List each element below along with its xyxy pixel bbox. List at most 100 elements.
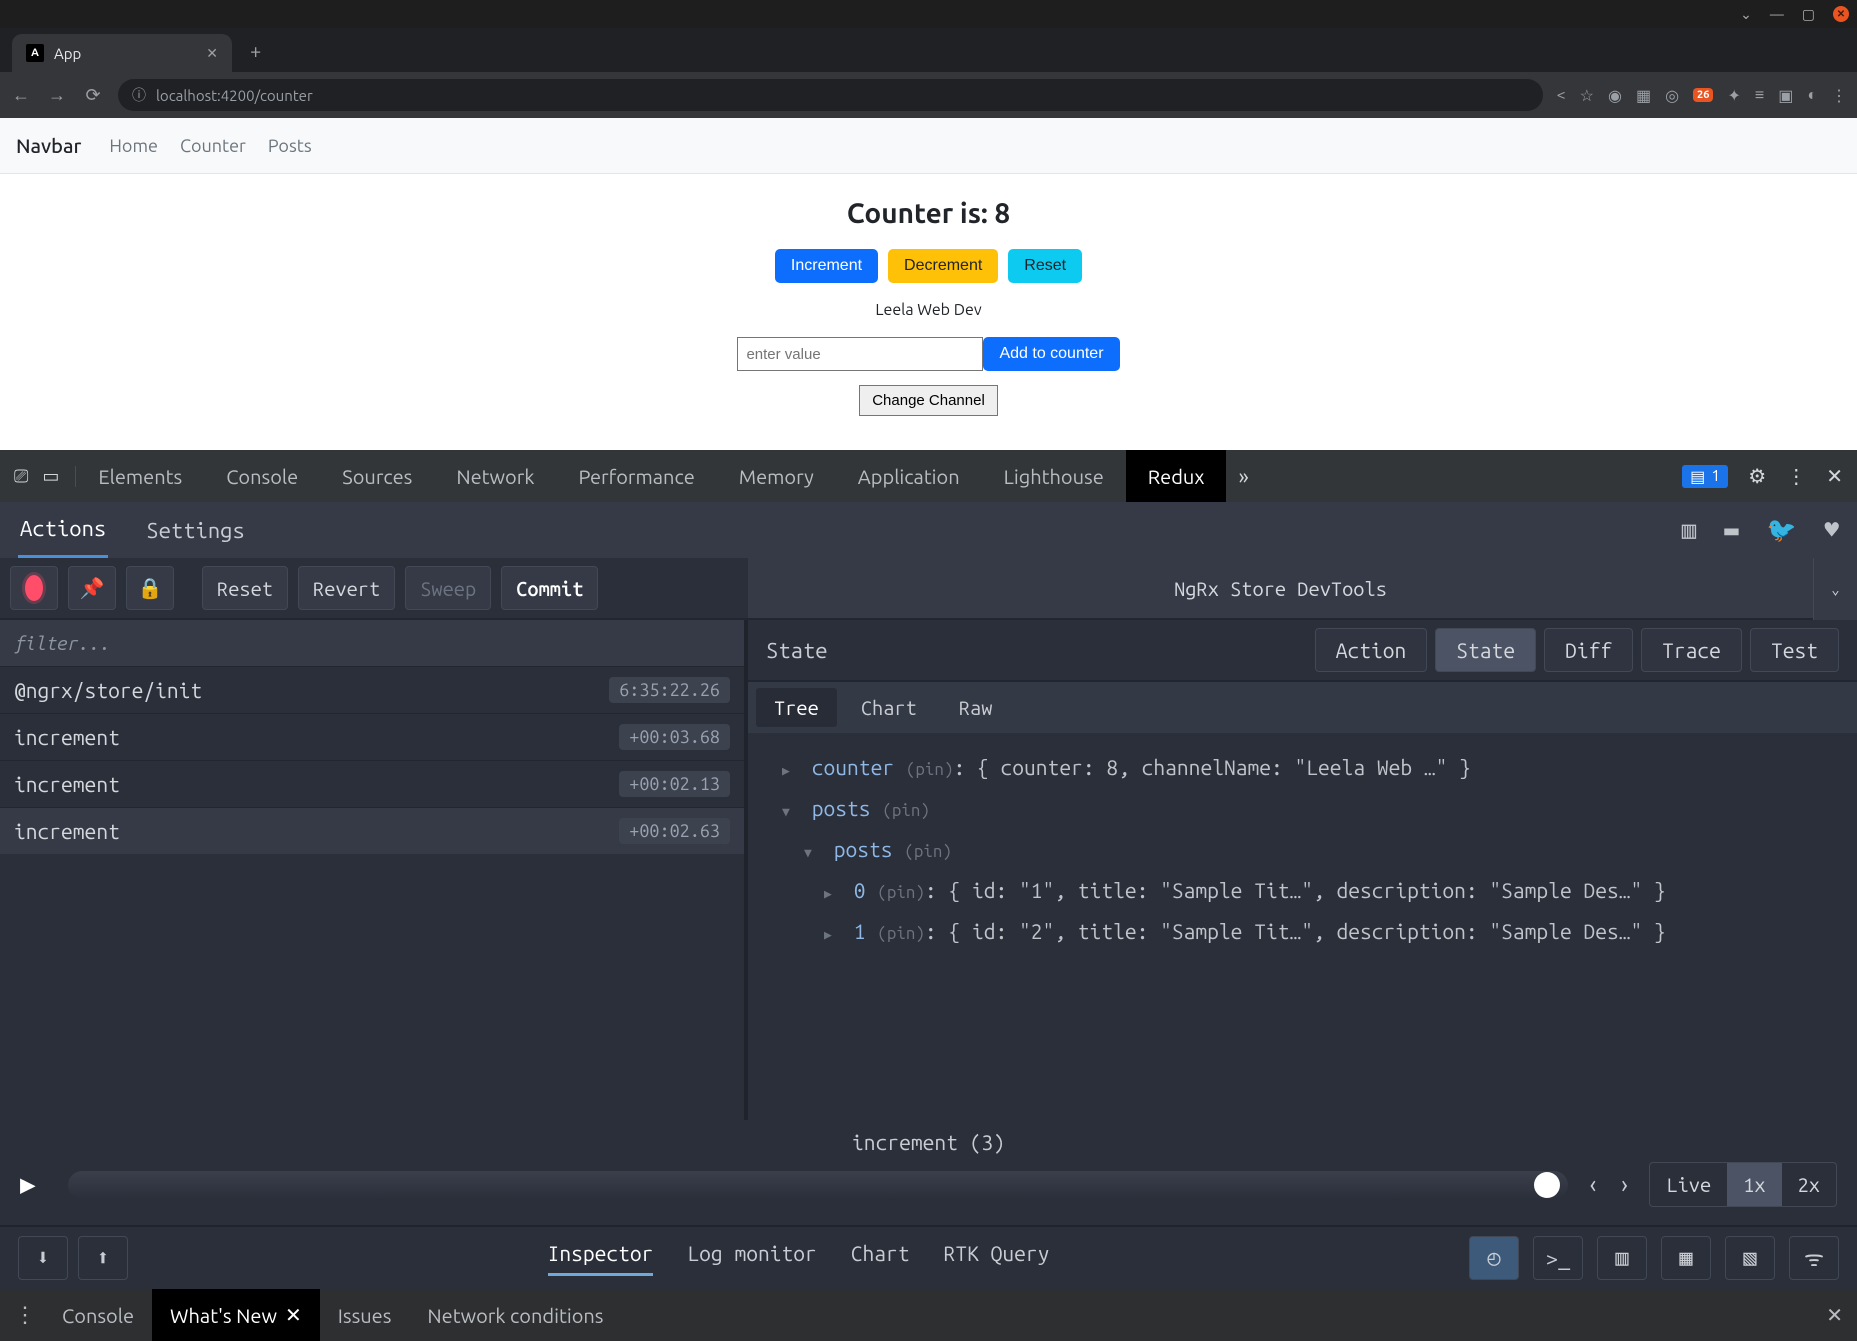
collapse-icon[interactable]: ▶ — [824, 882, 838, 907]
step-forward-icon[interactable]: › — [1618, 1171, 1631, 1198]
drawer-tab-whatsnew[interactable]: What's New✕ — [152, 1289, 320, 1341]
reload-icon[interactable]: ⟳ — [82, 85, 104, 106]
drawer-close-icon[interactable]: ✕ — [1826, 1303, 1843, 1327]
remote-icon[interactable]: ᯤ — [1789, 1236, 1839, 1280]
record-button[interactable] — [10, 566, 58, 610]
drawer-tab-console[interactable]: Console — [44, 1289, 152, 1341]
pin-button[interactable]: 📌 — [68, 566, 116, 610]
change-channel-button[interactable]: Change Channel — [859, 385, 998, 416]
menu-icon[interactable]: ⋮ — [1831, 86, 1847, 105]
commit-button[interactable]: Commit — [501, 566, 598, 610]
close-icon[interactable]: ✕ — [285, 1303, 302, 1327]
tab-network[interactable]: Network — [434, 450, 556, 502]
book-icon[interactable]: ▥ — [1682, 516, 1696, 544]
nav-link-home[interactable]: Home — [109, 136, 158, 156]
action-row[interactable]: increment+00:02.63 — [0, 807, 744, 854]
seg-diff[interactable]: Diff — [1544, 628, 1633, 672]
share-icon[interactable]: < — [1557, 86, 1566, 104]
expand-icon[interactable]: ▼ — [782, 800, 796, 825]
bookmark-icon[interactable]: ☆ — [1580, 86, 1594, 105]
revert-button[interactable]: Revert — [298, 566, 395, 610]
redux-tab-actions[interactable]: Actions — [18, 502, 108, 558]
tab-console[interactable]: Console — [204, 450, 320, 502]
sweep-button[interactable]: Sweep — [405, 566, 491, 610]
drawer-tab-issues[interactable]: Issues — [320, 1289, 410, 1341]
increment-button[interactable]: Increment — [775, 249, 878, 283]
tab-elements[interactable]: Elements — [76, 450, 204, 502]
issues-badge[interactable]: ▤1 — [1682, 465, 1728, 488]
forward-icon[interactable]: → — [46, 85, 68, 106]
inspector-dropdown-icon[interactable]: ⌄ — [1813, 558, 1857, 620]
bottom-tab-chart[interactable]: Chart — [851, 1241, 910, 1276]
speed-live[interactable]: Live — [1650, 1163, 1727, 1206]
seg-trace[interactable]: Trace — [1641, 628, 1742, 672]
history-icon[interactable]: ◴ — [1469, 1236, 1519, 1280]
nav-link-posts[interactable]: Posts — [268, 136, 312, 156]
reset-button[interactable]: Reset — [1008, 249, 1082, 283]
speed-2x[interactable]: 2x — [1782, 1163, 1836, 1206]
seg-action[interactable]: Action — [1315, 628, 1428, 672]
state-tree[interactable]: ▶ counter (pin): { counter: 8, channelNa… — [748, 733, 1857, 966]
close-tab-icon[interactable]: ✕ — [206, 45, 218, 62]
view-chart[interactable]: Chart — [843, 688, 935, 727]
collapse-icon[interactable]: ▶ — [824, 923, 838, 948]
layout-icon[interactable]: ▦ — [1661, 1236, 1711, 1280]
collapse-icon[interactable]: ▶ — [782, 759, 796, 784]
action-row[interactable]: increment+00:03.68 — [0, 713, 744, 760]
heart-icon[interactable]: ♥ — [1825, 516, 1839, 544]
view-tree[interactable]: Tree — [756, 688, 837, 727]
speed-1x[interactable]: 1x — [1727, 1163, 1781, 1206]
back-icon[interactable]: ← — [10, 85, 32, 106]
seg-state[interactable]: State — [1435, 628, 1536, 672]
action-row[interactable]: increment+00:02.13 — [0, 760, 744, 807]
upload-icon[interactable]: ⬆ — [78, 1236, 128, 1280]
kebab-icon[interactable]: ⋮ — [1786, 464, 1806, 488]
ext-badge[interactable]: 26 — [1693, 88, 1713, 102]
new-tab-icon[interactable]: + — [238, 39, 273, 62]
download-icon[interactable]: ⬇ — [18, 1236, 68, 1280]
address-bar[interactable]: ⓘ localhost:4200/counter — [118, 79, 1543, 111]
ext-icon[interactable]: ▦ — [1636, 86, 1651, 105]
tab-lighthouse[interactable]: Lighthouse — [982, 450, 1126, 502]
play-icon[interactable]: ▶ — [20, 1169, 50, 1200]
slider-thumb[interactable] — [1534, 1172, 1560, 1198]
step-back-icon[interactable]: ‹ — [1586, 1171, 1599, 1198]
bottom-tab-log[interactable]: Log monitor — [687, 1241, 816, 1276]
close-icon[interactable]: ✕ — [1826, 464, 1843, 488]
device-toggle-icon[interactable]: ▭ — [42, 466, 59, 487]
bottom-tab-inspector[interactable]: Inspector — [548, 1241, 654, 1276]
chat-icon[interactable]: ▬ — [1724, 516, 1738, 544]
decrement-button[interactable]: Decrement — [888, 249, 998, 283]
seg-test[interactable]: Test — [1750, 628, 1839, 672]
tab-performance[interactable]: Performance — [556, 450, 716, 502]
tabs-overflow-icon[interactable]: » — [1226, 464, 1260, 489]
redux-ext-icon[interactable]: ◐ — [1807, 86, 1817, 105]
inspect-element-icon[interactable]: ⎚ — [14, 466, 28, 487]
ext-icon[interactable]: ◎ — [1665, 86, 1679, 105]
ext-icon[interactable]: ◉ — [1608, 86, 1622, 105]
expand-icon[interactable]: ▼ — [804, 841, 818, 866]
ext-icon[interactable]: ≡ — [1755, 86, 1764, 105]
filter-input[interactable]: filter... — [0, 620, 744, 666]
minimize-icon[interactable]: — — [1770, 6, 1784, 22]
site-info-icon[interactable]: ⓘ — [132, 85, 146, 105]
action-row[interactable]: @ngrx/store/init6:35:22.26 — [0, 666, 744, 713]
browser-tab[interactable]: A App ✕ — [12, 34, 232, 72]
tab-redux[interactable]: Redux — [1126, 450, 1227, 502]
nav-link-counter[interactable]: Counter — [180, 136, 246, 156]
redux-tab-settings[interactable]: Settings — [144, 504, 247, 557]
extensions-icon[interactable]: ✦ — [1727, 86, 1740, 105]
tab-sources[interactable]: Sources — [320, 450, 434, 502]
layout-icon[interactable]: ▧ — [1725, 1236, 1775, 1280]
maximize-icon[interactable]: ▢ — [1802, 6, 1815, 23]
layout-icon[interactable]: ▥ — [1597, 1236, 1647, 1280]
chevron-down-icon[interactable]: ⌄ — [1740, 6, 1752, 23]
window-close-icon[interactable]: ✕ — [1833, 6, 1849, 22]
tab-memory[interactable]: Memory — [717, 450, 836, 502]
drawer-tab-network-conditions[interactable]: Network conditions — [409, 1289, 621, 1341]
ext-icon[interactable]: ▣ — [1778, 86, 1793, 105]
lock-button[interactable]: 🔒 — [126, 566, 174, 610]
tab-application[interactable]: Application — [836, 450, 982, 502]
bottom-tab-rtk[interactable]: RTK Query — [944, 1241, 1050, 1276]
value-input[interactable] — [737, 337, 983, 371]
